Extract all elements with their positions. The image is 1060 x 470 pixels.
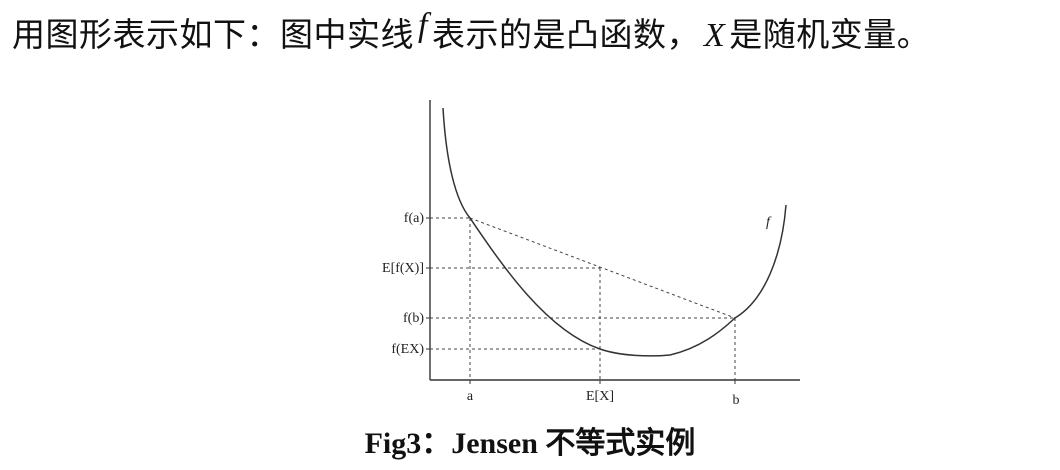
figure-caption: Fig3：Jensen 不等式实例 bbox=[0, 424, 1060, 464]
x-symbol: X bbox=[703, 17, 726, 54]
jensen-plot: f(a) E[f(X)] f(b) f(EX) a E[X] b f bbox=[382, 100, 800, 408]
caption-text: Jensen 不等式实例 bbox=[451, 427, 696, 460]
caption-prefix: Fig3： bbox=[364, 427, 452, 460]
f-symbol: f bbox=[418, 7, 428, 44]
label-fb: f(b) bbox=[403, 311, 424, 326]
label-b: b bbox=[733, 393, 740, 408]
intro-text-after: 是随机变量。 bbox=[729, 15, 931, 54]
label-a: a bbox=[467, 389, 474, 404]
curve-label: f bbox=[766, 215, 772, 230]
label-efx: E[f(X)] bbox=[382, 261, 424, 276]
intro-text-middle: 表示的是凸函数， bbox=[431, 15, 700, 54]
intro-sentence: 用图形表示如下：图中实线 f 表示的是凸函数， X 是随机变量。 bbox=[12, 7, 1052, 59]
label-fa: f(a) bbox=[404, 211, 425, 226]
label-fex: f(EX) bbox=[391, 342, 424, 357]
label-ex: E[X] bbox=[586, 389, 614, 404]
jensen-figure: f(a) E[f(X)] f(b) f(EX) a E[X] b f bbox=[0, 90, 1060, 410]
convex-curve bbox=[442, 107, 787, 357]
intro-text-before: 用图形表示如下：图中实线 bbox=[12, 15, 414, 54]
